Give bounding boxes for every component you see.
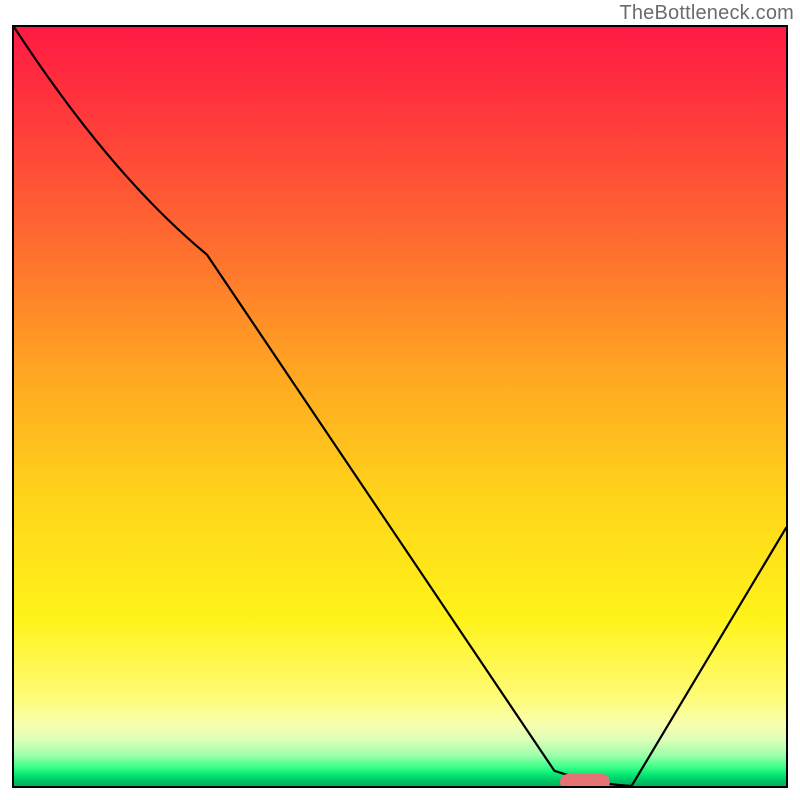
chart-frame [12, 25, 788, 788]
watermark-text: TheBottleneck.com [619, 2, 794, 25]
optimal-marker [560, 774, 610, 788]
bottleneck-curve [14, 27, 786, 786]
